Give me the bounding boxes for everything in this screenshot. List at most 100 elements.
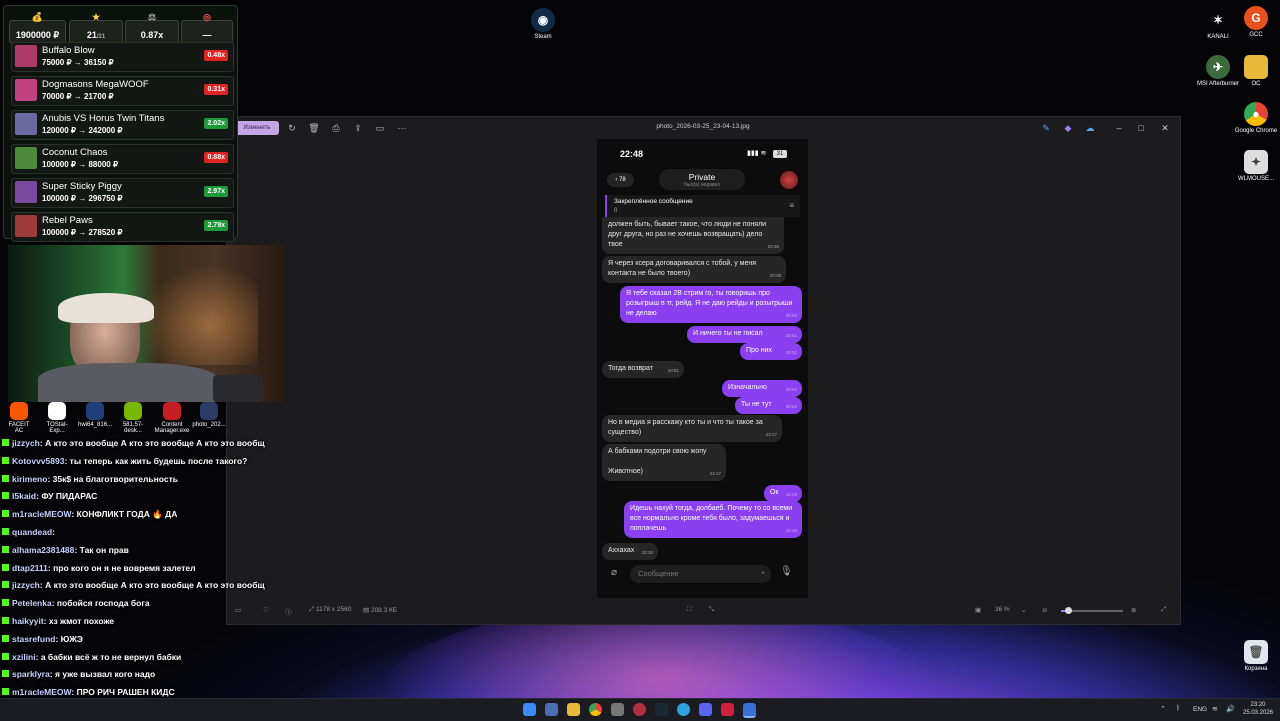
file-icon	[48, 402, 66, 420]
chat-username[interactable]: m1racleMEOW	[12, 509, 71, 519]
volume-icon[interactable]: 🔊	[1226, 705, 1235, 713]
slideshow-icon[interactable]: ▭	[373, 121, 387, 135]
chat-username[interactable]: dtap2111	[12, 563, 48, 573]
clock[interactable]: 23:20 25.03.2026	[1240, 701, 1276, 717]
slot-name: Rebel Paws	[42, 215, 93, 226]
maximize-button[interactable]: □	[1133, 121, 1149, 135]
chat-username[interactable]: sparklyra	[12, 669, 50, 679]
faceit-shortcut[interactable]: FACEIT AC	[4, 402, 34, 434]
slot-name: Super Sticky Piggy	[42, 181, 122, 192]
start-icon[interactable]	[523, 703, 536, 716]
message-bubble[interactable]: Изначально 20:52	[722, 380, 802, 397]
sticker-icon[interactable]: ◔	[760, 568, 765, 578]
zoom-slider[interactable]	[1061, 607, 1123, 614]
fit-icon[interactable]: ⛶	[687, 606, 692, 614]
message-bubble[interactable]: Но в медиа я расскажу кто ты и что ты та…	[602, 415, 782, 442]
back-button[interactable]: ‹ 78	[607, 173, 634, 187]
message-input[interactable]: Сообщение ◔	[630, 565, 771, 583]
chat-username[interactable]: jizzych	[12, 438, 40, 448]
message-bubble[interactable]: Аххахах 22:30	[602, 543, 658, 560]
chat-username[interactable]: kirimeno	[12, 474, 47, 484]
tray-chevron-icon[interactable]: ⌃	[1160, 705, 1166, 713]
telegram-screenshot: 22:48 ▮▮▮ ≋ 31 ‹ 78 Private был(а) недав…	[597, 139, 808, 598]
actual-size-icon[interactable]: ⤡	[709, 606, 714, 614]
message-bubble[interactable]: Ок 22:29	[764, 485, 802, 502]
print-icon[interactable]: ⎙	[329, 121, 343, 135]
edit-ai-icon[interactable]: ✎	[1039, 121, 1053, 135]
microphone-icon[interactable]: 🎙	[780, 566, 793, 577]
kick-icon[interactable]	[721, 703, 734, 716]
zoom-in-icon[interactable]: ⊕	[1131, 606, 1136, 614]
widgets-icon[interactable]	[545, 703, 558, 716]
zoom-value[interactable]: 36 %	[995, 606, 1010, 613]
message-bubble[interactable]: Ты не тут 20:52	[735, 397, 802, 414]
chat-username[interactable]: haikyyit	[12, 616, 44, 626]
message-bubble[interactable]: Идешь нахуй тогда, долбаеб. Почему то со…	[624, 501, 802, 538]
streamer-hair	[58, 293, 154, 323]
tostat-shortcut[interactable]: TOStat-Exp...	[40, 402, 74, 434]
photo-file-shortcut[interactable]: photo_202...	[192, 402, 226, 428]
share-icon[interactable]: ⇪	[351, 121, 365, 135]
pinned-message[interactable]: Закреплённое сообщение 0 ≡	[605, 195, 800, 217]
steam-icon[interactable]	[655, 703, 668, 716]
fullscreen-icon[interactable]: ⤢	[1161, 606, 1166, 614]
edit-button[interactable]: Изменить	[235, 121, 279, 135]
photos-icon[interactable]	[743, 703, 756, 718]
copilot-icon[interactable]: ◆	[1061, 121, 1075, 135]
onedrive-icon[interactable]: ☁	[1083, 121, 1097, 135]
minimize-button[interactable]: –	[1111, 121, 1127, 135]
microphone	[213, 375, 263, 402]
steam-shortcut[interactable]: ◉ Steam	[520, 8, 566, 40]
chat-username[interactable]: stasrefund	[12, 634, 55, 644]
zoom-out-icon[interactable]: ⊖	[1042, 606, 1047, 614]
chat-username[interactable]: Petelenka	[12, 598, 52, 608]
content-manager-shortcut[interactable]: Content Manager.exe	[154, 402, 190, 434]
crop-icon[interactable]: ▣	[975, 606, 981, 614]
close-button[interactable]: ✕	[1157, 121, 1173, 135]
chat-username[interactable]: xzilini	[12, 652, 36, 662]
chrome-icon[interactable]	[589, 703, 602, 716]
message-bubble[interactable]: должен быть, бывает такое, что люди не п…	[602, 217, 784, 254]
chat-username[interactable]: alhama2381488	[12, 545, 74, 555]
gcc-shortcut[interactable]: G GCC	[1233, 6, 1279, 38]
info-icon[interactable]: ⓘ	[285, 606, 292, 616]
message-bubble[interactable]: Я тебе сказал 2В стрим го, ты говоришь п…	[620, 286, 802, 323]
zoom-slider-thumb[interactable]	[1065, 607, 1072, 614]
chat-username[interactable]: m1racleMEOW	[12, 687, 71, 697]
discord-icon[interactable]	[699, 703, 712, 716]
chat-username[interactable]: l5kaid	[12, 491, 36, 501]
language-indicator[interactable]: ENG	[1193, 706, 1207, 713]
chevron-down-icon[interactable]: ⌄	[1021, 606, 1026, 614]
more-icon[interactable]: ···	[395, 121, 409, 135]
slot-amounts: 100000 ₽ → 296750 ₽	[42, 194, 123, 203]
chrome-shortcut[interactable]: ● Google Chrome	[1233, 102, 1279, 134]
attach-icon[interactable]: ⌀	[611, 567, 617, 578]
message-bubble[interactable]: Про них 20:51	[740, 343, 802, 360]
obs-icon[interactable]	[633, 703, 646, 716]
chat-text: побойся господа бога	[56, 598, 150, 609]
oc-folder[interactable]: OC	[1233, 55, 1279, 87]
chat-username[interactable]: Kotovvv5893	[12, 456, 64, 466]
message-bubble[interactable]: Я через ксера договаривался с тобой, у м…	[602, 256, 786, 283]
recycle-bin-shortcut[interactable]: 🗑 Корзина	[1233, 640, 1279, 672]
explorer-icon[interactable]	[567, 703, 580, 716]
message-bubble[interactable]: Тогда возврат 20:51	[602, 361, 684, 378]
chat-text: а бабки всё ж то не вернул бабки	[40, 651, 182, 662]
hwinfo-shortcut[interactable]: hwi64_816...	[78, 402, 112, 428]
message-bubble[interactable]: И ничего ты не писал 20:51	[687, 326, 802, 343]
nvidia-driver-shortcut[interactable]: 581.57-desk...	[116, 402, 150, 434]
avatar[interactable]	[780, 171, 798, 189]
notepad-icon[interactable]	[611, 703, 624, 716]
telegram-icon[interactable]	[677, 703, 690, 716]
wlmouse-shortcut[interactable]: ✦ WLMOUSE...	[1233, 150, 1279, 182]
chat-header[interactable]: Private был(а) недавно	[659, 169, 745, 190]
message-bubble[interactable]: А бабками подотри свою жопу Животное) 22:…	[602, 444, 726, 481]
rotate-icon[interactable]: ↻	[285, 121, 299, 135]
delete-icon[interactable]: 🗑	[307, 121, 321, 135]
bluetooth-icon[interactable]: ᛒ	[1176, 705, 1180, 712]
chat-username[interactable]: quandead	[12, 527, 52, 537]
network-icon[interactable]: ≋	[1212, 705, 1218, 713]
pinned-list-icon[interactable]: ≡	[789, 201, 794, 210]
dimensions-label: ⤢ 1178 x 2560	[309, 606, 352, 613]
chat-username[interactable]: jizzych	[12, 580, 40, 590]
